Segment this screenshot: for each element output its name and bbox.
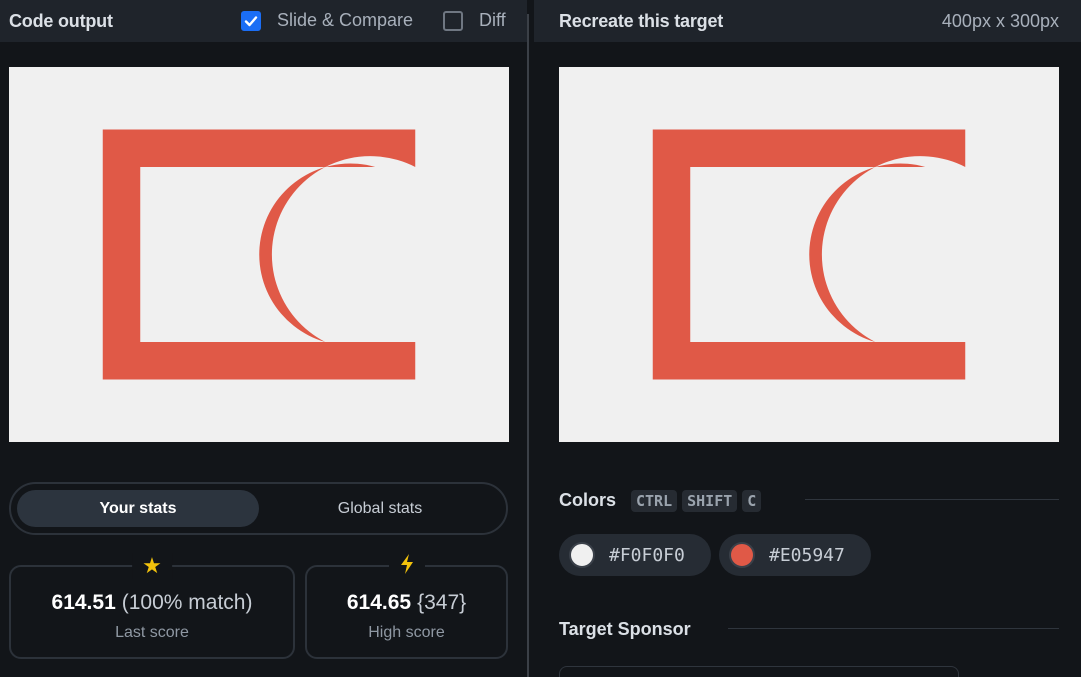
checkbox-unchecked-icon [443,10,463,31]
color-dot [729,542,755,568]
output-shape [9,67,509,442]
target-header: Recreate this target 400px x 300px [534,0,1081,42]
slide-compare-checkbox[interactable]: Slide & Compare [241,10,413,31]
star-icon: ★ [132,553,172,579]
target-canvas [559,67,1059,442]
key-shift: SHIFT [682,490,738,512]
target-shape [559,67,1059,442]
high-score-label: High score [368,624,445,641]
last-score-card: ★ 614.51 (100% match) Last score [9,553,295,659]
color-dot [569,542,595,568]
your-stats-tab[interactable]: Your stats [17,490,259,527]
code-output-canvas[interactable] [9,67,509,442]
key-c: C [742,490,762,512]
target-title: Recreate this target [559,10,724,31]
diff-checkbox[interactable]: Diff [443,10,506,31]
sponsor-card[interactable] [559,666,959,677]
lightning-icon [388,553,425,581]
code-output-title: Code output [9,10,113,31]
last-score-match: (100% match) [121,591,253,614]
color-swatch[interactable]: #E05947 [719,534,871,576]
high-score-card: 614.65 {347} High score [305,553,508,659]
color-hex: #F0F0F0 [609,544,685,566]
high-score-count: {347} [417,591,467,614]
target-sponsor-title: Target Sponsor [559,619,691,639]
copy-shortcut: CTRL SHIFT C [631,490,762,512]
divider-line [805,499,1059,500]
color-swatch[interactable]: #F0F0F0 [559,534,711,576]
colors-title: Colors [559,490,617,510]
divider-line [728,628,1059,629]
target-size: 400px x 300px [941,10,1059,31]
checkbox-checked-icon [241,10,261,31]
compare-slider-handle[interactable] [527,14,529,677]
global-stats-tab[interactable]: Global stats [259,490,501,527]
last-score-label: Last score [115,624,189,641]
slide-compare-label: Slide & Compare [277,10,414,30]
high-score-value: 614.65 [346,591,412,614]
color-hex: #E05947 [769,544,845,566]
last-score-value: 614.51 [51,591,116,614]
code-output-header: Code output Slide & Compare Diff [0,0,527,42]
diff-label: Diff [479,10,506,30]
key-ctrl: CTRL [631,490,678,512]
stats-toggle: Your stats Global stats [9,482,508,535]
